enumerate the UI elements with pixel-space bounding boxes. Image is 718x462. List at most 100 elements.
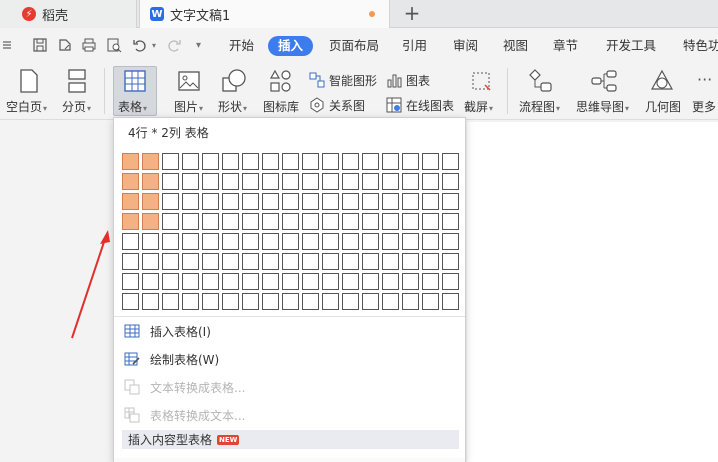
save-icon[interactable] bbox=[32, 37, 48, 53]
grid-cell[interactable] bbox=[122, 193, 139, 210]
grid-cell[interactable] bbox=[242, 293, 259, 310]
grid-cell[interactable] bbox=[142, 213, 159, 230]
grid-cell[interactable] bbox=[342, 173, 359, 190]
grid-cell[interactable] bbox=[322, 273, 339, 290]
grid-cell[interactable] bbox=[402, 233, 419, 250]
grid-cell[interactable] bbox=[342, 273, 359, 290]
grid-cell[interactable] bbox=[222, 213, 239, 230]
grid-cell[interactable] bbox=[162, 253, 179, 270]
grid-cell[interactable] bbox=[142, 233, 159, 250]
grid-cell[interactable] bbox=[422, 273, 439, 290]
grid-cell[interactable] bbox=[182, 233, 199, 250]
grid-cell[interactable] bbox=[342, 193, 359, 210]
grid-cell[interactable] bbox=[322, 233, 339, 250]
grid-cell[interactable] bbox=[182, 153, 199, 170]
insert-content-table-item[interactable]: 插入内容型表格 NEW bbox=[122, 430, 459, 449]
grid-cell[interactable] bbox=[282, 193, 299, 210]
grid-cell[interactable] bbox=[302, 213, 319, 230]
grid-cell[interactable] bbox=[222, 273, 239, 290]
grid-cell[interactable] bbox=[122, 173, 139, 190]
grid-cell[interactable] bbox=[402, 293, 419, 310]
grid-cell[interactable] bbox=[382, 193, 399, 210]
menu-home[interactable]: 开始 bbox=[229, 37, 254, 55]
redo-icon[interactable] bbox=[166, 37, 182, 53]
grid-cell[interactable] bbox=[122, 253, 139, 270]
grid-cell[interactable] bbox=[242, 153, 259, 170]
grid-cell[interactable] bbox=[442, 273, 459, 290]
menu-insert[interactable]: 插入 bbox=[268, 36, 313, 56]
print-icon[interactable] bbox=[81, 37, 97, 53]
grid-cell[interactable] bbox=[182, 253, 199, 270]
grid-cell[interactable] bbox=[182, 273, 199, 290]
grid-cell[interactable] bbox=[202, 213, 219, 230]
grid-cell[interactable] bbox=[422, 233, 439, 250]
grid-cell[interactable] bbox=[202, 193, 219, 210]
grid-cell[interactable] bbox=[142, 293, 159, 310]
grid-cell[interactable] bbox=[282, 293, 299, 310]
grid-cell[interactable] bbox=[402, 213, 419, 230]
grid-cell[interactable] bbox=[442, 293, 459, 310]
grid-cell[interactable] bbox=[322, 213, 339, 230]
grid-cell[interactable] bbox=[182, 193, 199, 210]
customize-toolbar-icon[interactable]: ▾ bbox=[196, 37, 201, 55]
grid-cell[interactable] bbox=[242, 233, 259, 250]
table-button[interactable]: 表格▾ bbox=[113, 66, 157, 116]
menu-features[interactable]: 特色功 bbox=[683, 37, 718, 55]
grid-cell[interactable] bbox=[302, 233, 319, 250]
grid-cell[interactable] bbox=[262, 273, 279, 290]
document-page[interactable] bbox=[467, 122, 718, 462]
grid-cell[interactable] bbox=[262, 293, 279, 310]
grid-cell[interactable] bbox=[262, 173, 279, 190]
grid-cell[interactable] bbox=[142, 153, 159, 170]
grid-cell[interactable] bbox=[242, 273, 259, 290]
grid-cell[interactable] bbox=[282, 233, 299, 250]
grid-cell[interactable] bbox=[262, 253, 279, 270]
grid-cell[interactable] bbox=[162, 213, 179, 230]
menu-page-layout[interactable]: 页面布局 bbox=[329, 37, 379, 55]
grid-cell[interactable] bbox=[342, 253, 359, 270]
grid-cell[interactable] bbox=[242, 213, 259, 230]
grid-cell[interactable] bbox=[302, 153, 319, 170]
table-size-grid[interactable] bbox=[121, 152, 461, 312]
grid-cell[interactable] bbox=[122, 213, 139, 230]
grid-cell[interactable] bbox=[142, 173, 159, 190]
grid-cell[interactable] bbox=[282, 173, 299, 190]
grid-cell[interactable] bbox=[382, 153, 399, 170]
grid-cell[interactable] bbox=[362, 193, 379, 210]
grid-cell[interactable] bbox=[422, 253, 439, 270]
grid-cell[interactable] bbox=[362, 173, 379, 190]
grid-cell[interactable] bbox=[442, 233, 459, 250]
grid-cell[interactable] bbox=[382, 253, 399, 270]
grid-cell[interactable] bbox=[142, 273, 159, 290]
new-tab-button[interactable]: + bbox=[401, 2, 423, 24]
grid-cell[interactable] bbox=[282, 213, 299, 230]
grid-cell[interactable] bbox=[322, 253, 339, 270]
grid-cell[interactable] bbox=[262, 193, 279, 210]
grid-cell[interactable] bbox=[182, 293, 199, 310]
grid-cell[interactable] bbox=[362, 233, 379, 250]
grid-cell[interactable] bbox=[422, 293, 439, 310]
grid-cell[interactable] bbox=[222, 253, 239, 270]
grid-cell[interactable] bbox=[222, 173, 239, 190]
grid-cell[interactable] bbox=[402, 253, 419, 270]
grid-cell[interactable] bbox=[322, 173, 339, 190]
menu-references[interactable]: 引用 bbox=[402, 37, 427, 55]
grid-cell[interactable] bbox=[362, 253, 379, 270]
grid-cell[interactable] bbox=[122, 273, 139, 290]
grid-cell[interactable] bbox=[302, 293, 319, 310]
grid-cell[interactable] bbox=[422, 213, 439, 230]
grid-cell[interactable] bbox=[362, 273, 379, 290]
grid-cell[interactable] bbox=[162, 293, 179, 310]
undo-icon[interactable] bbox=[132, 37, 148, 53]
grid-cell[interactable] bbox=[202, 273, 219, 290]
grid-cell[interactable] bbox=[242, 173, 259, 190]
grid-cell[interactable] bbox=[282, 153, 299, 170]
grid-cell[interactable] bbox=[142, 253, 159, 270]
export-icon[interactable] bbox=[57, 37, 73, 53]
print-preview-icon[interactable] bbox=[106, 37, 122, 53]
grid-cell[interactable] bbox=[162, 233, 179, 250]
menu-review[interactable]: 审阅 bbox=[453, 37, 478, 55]
grid-cell[interactable] bbox=[202, 153, 219, 170]
grid-cell[interactable] bbox=[262, 213, 279, 230]
grid-cell[interactable] bbox=[302, 253, 319, 270]
